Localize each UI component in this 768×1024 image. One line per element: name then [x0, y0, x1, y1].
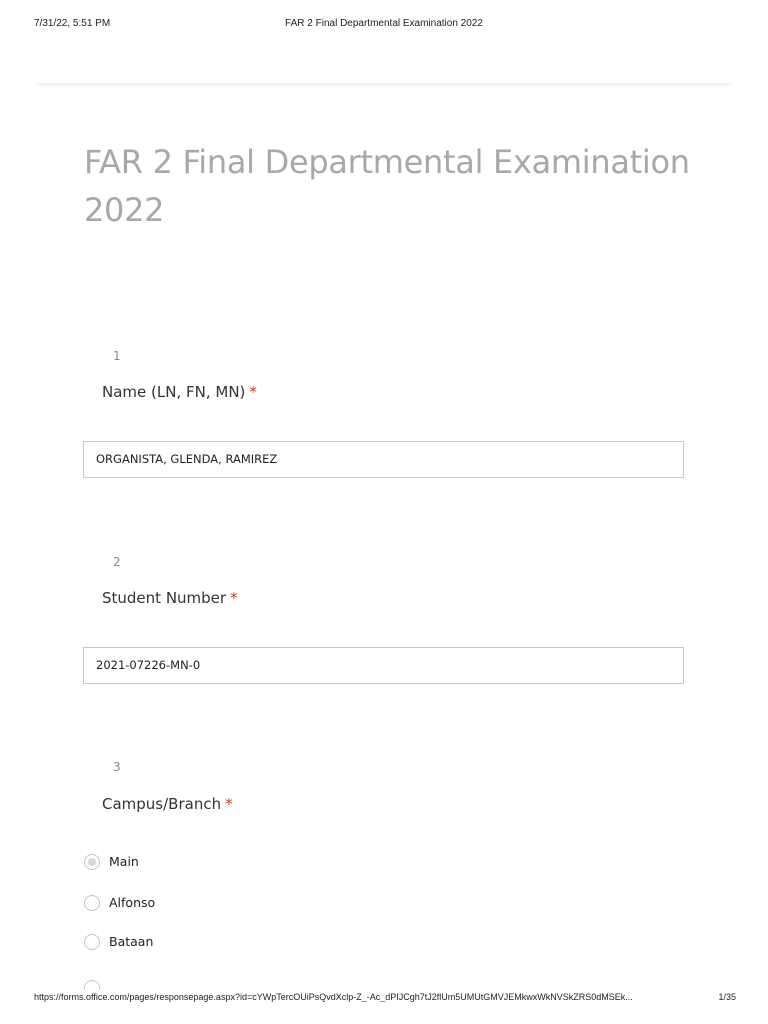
question-number: 3 [113, 760, 121, 774]
name-answer-field[interactable]: ORGANISTA, GLENDA, RAMIREZ [83, 441, 684, 478]
radio-unselected-icon[interactable] [84, 980, 100, 990]
campus-option-bataan[interactable]: Bataan [84, 934, 384, 954]
required-marker: * [249, 383, 257, 401]
required-marker: * [225, 795, 233, 813]
form-card-top-edge [36, 83, 732, 85]
print-footer: https://forms.office.com/pages/responsep… [34, 992, 736, 1006]
radio-selected-icon[interactable] [84, 854, 100, 870]
campus-option-partial[interactable] [84, 980, 100, 990]
option-label: Alfonso [109, 895, 156, 910]
option-label: Main [109, 854, 139, 869]
question-label-text: Name (LN, FN, MN) [102, 383, 246, 401]
radio-unselected-icon[interactable] [84, 934, 100, 950]
page-number: 1/35 [718, 992, 736, 1002]
question-label: Campus/Branch * [102, 795, 233, 813]
question-label-text: Campus/Branch [102, 795, 222, 813]
radio-unselected-icon[interactable] [84, 895, 100, 911]
question-label: Student Number * [102, 589, 238, 607]
campus-option-main[interactable]: Main [84, 854, 384, 874]
print-header: 7/31/22, 5:51 PM FAR 2 Final Departmenta… [34, 18, 734, 32]
print-url: https://forms.office.com/pages/responsep… [34, 992, 633, 1002]
campus-option-alfonso[interactable]: Alfonso [84, 895, 384, 915]
question-number: 1 [113, 349, 121, 363]
required-marker: * [230, 589, 238, 607]
option-label: Bataan [109, 934, 154, 949]
student-number-answer-field[interactable]: 2021-07226-MN-0 [83, 647, 684, 684]
question-number: 2 [113, 555, 121, 569]
print-document-title: FAR 2 Final Departmental Examination 202… [285, 18, 483, 29]
question-label-text: Student Number [102, 589, 227, 607]
form-title: FAR 2 Final Departmental Examination 202… [84, 143, 690, 229]
question-label: Name (LN, FN, MN) * [102, 383, 257, 401]
